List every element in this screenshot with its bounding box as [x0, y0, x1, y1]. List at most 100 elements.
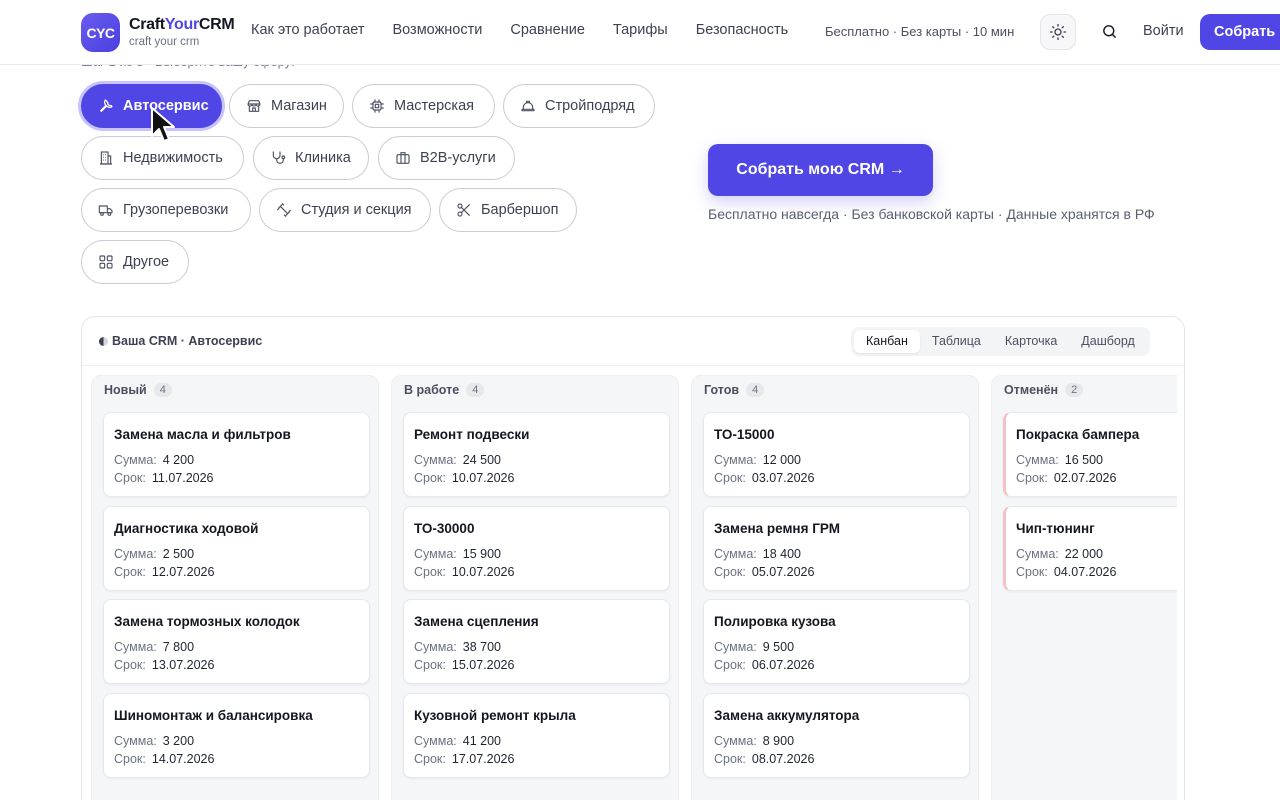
deal-card[interactable]: Диагностика ходовой Сумма: 2 500 Срок: 12.07… — [103, 506, 370, 591]
deal-card[interactable]: Замена масла и фильтров Сумма: 4 200 Срок: 1… — [103, 412, 370, 497]
grid-icon — [99, 255, 113, 269]
nav-how-it-works[interactable]: Как это работает — [251, 22, 364, 38]
deal-sum-row: Сумма: 4 200 — [114, 453, 194, 467]
chip-icon — [370, 99, 384, 113]
industry-chip-barbershop[interactable]: Барбершоп — [439, 188, 577, 232]
deal-due: 15.07.2026 — [451, 658, 515, 672]
deal-sum-row: Сумма: 41 200 — [414, 734, 501, 748]
deal-card[interactable]: Чип-тюнинг Сумма: 22 000 Срок: 04.07.2026 — [1003, 506, 1177, 591]
kanban-column-new: Новый 4 Замена масла и фильтров Сумма: 4 200… — [91, 375, 379, 800]
deal-card[interactable]: Замена ремня ГРМ Сумма: 18 400 Срок: 05.07.2… — [703, 506, 970, 591]
scissors-icon — [457, 203, 470, 217]
deal-card[interactable]: Покраска бампера Сумма: 16 500 Срок: 02.07.2… — [1003, 412, 1177, 497]
kanban-column-done: Готов 4 ТО-15000 Сумма: 12 000 Срок: 03.07.202… — [691, 375, 979, 800]
deal-card[interactable]: Замена аккумулятора Сумма: 8 900 Срок: 08.07… — [703, 693, 970, 778]
site-header: CYC CraftYourCRM craft your crm Как это … — [0, 0, 1280, 65]
main-nav: Как это работает Возможности Сравнение Т… — [251, 22, 816, 38]
column-title: Новый — [104, 383, 147, 397]
deal-sum-row: Сумма: 24 500 — [414, 453, 501, 467]
deal-title: Покраска бампера — [1016, 427, 1140, 442]
deal-card[interactable]: Полировка кузова Сумма: 9 500 Срок: 06.07.20… — [703, 599, 970, 684]
deal-due-row: Срок: 02.07.2026 — [1016, 471, 1116, 485]
wrench-icon — [100, 99, 113, 112]
deal-sum: 2 500 — [162, 547, 195, 561]
logo-title[interactable]: CraftYourCRM — [129, 16, 235, 34]
deal-sum-row: Сумма: 12 000 — [714, 453, 801, 467]
deal-card[interactable]: Замена сцепления Сумма: 38 700 Срок: 15.07.2… — [403, 599, 670, 684]
deal-card[interactable]: Ремонт подвески Сумма: 24 500 Срок: 10.07.20… — [403, 412, 670, 497]
deal-title: Ремонт подвески — [414, 427, 530, 442]
deal-due: 05.07.2026 — [751, 565, 815, 579]
due-label: Срок: — [414, 658, 446, 672]
nav-security[interactable]: Безопасность — [696, 22, 789, 38]
logo-title-part-1: Craft — [129, 16, 165, 33]
header-tagline: Бесплатно · Без карты · 10 мин — [825, 24, 1015, 39]
industry-chip-b2b[interactable]: B2B-услуги — [378, 136, 515, 180]
search-icon — [1102, 24, 1116, 38]
industry-chip-freight[interactable]: Грузоперевозки — [81, 188, 251, 232]
chip-label: Другое — [123, 254, 170, 270]
nav-pricing[interactable]: Тарифы — [613, 22, 668, 38]
deal-due-row: Срок: 05.07.2026 — [714, 565, 814, 579]
deal-sum-row: Сумма: 18 400 — [714, 547, 801, 561]
nav-features[interactable]: Возможности — [392, 22, 482, 38]
due-label: Срок: — [714, 471, 746, 485]
deal-title: Замена масла и фильтров — [114, 427, 291, 442]
column-count-badge: 4 — [746, 383, 765, 397]
deal-sum-row: Сумма: 8 900 — [714, 734, 794, 748]
tab-card[interactable]: Карточка — [993, 330, 1069, 353]
half-circle-icon — [99, 336, 108, 346]
login-link[interactable]: Войти — [1143, 23, 1184, 39]
due-label: Срок: — [414, 752, 446, 766]
industry-chip-store[interactable]: Магазин — [229, 84, 344, 128]
deal-title: Замена тормозных колодок — [114, 614, 300, 629]
column-count-badge: 2 — [1065, 383, 1084, 397]
deal-due-row: Срок: 08.07.2026 — [714, 752, 814, 766]
industry-chip-studio[interactable]: Студия и секция — [259, 188, 431, 232]
chip-label: Мастерская — [394, 98, 474, 114]
deal-sum: 9 500 — [762, 640, 795, 654]
deal-sum-row: Сумма: 7 800 — [114, 640, 194, 654]
tab-kanban[interactable]: Канбан — [854, 330, 920, 353]
deal-card[interactable]: Кузовной ремонт крыла Сумма: 41 200 Срок: 17… — [403, 693, 670, 778]
header-cta-button[interactable]: Собрать — [1200, 14, 1280, 50]
tab-table[interactable]: Таблица — [920, 330, 993, 353]
deal-sum: 7 800 — [162, 640, 195, 654]
deal-sum: 3 200 — [162, 734, 195, 748]
industry-chip-workshop[interactable]: Мастерская — [352, 84, 495, 128]
sum-label: Сумма: — [714, 640, 757, 654]
industry-chip-clinic[interactable]: Клиника — [253, 136, 369, 180]
tab-dashboard[interactable]: Дашборд — [1069, 330, 1147, 353]
deal-card[interactable]: Шиномонтаж и балансировка Сумма: 3 200 Срок… — [103, 693, 370, 778]
deal-due: 11.07.2026 — [151, 471, 214, 485]
search-button[interactable] — [1098, 20, 1120, 42]
deal-due-row: Срок: 13.07.2026 — [114, 658, 214, 672]
due-label: Срок: — [414, 471, 446, 485]
due-label: Срок: — [114, 658, 146, 672]
deal-due: 04.07.2026 — [1053, 565, 1117, 579]
industry-chip-construction[interactable]: Стройподряд — [503, 84, 655, 128]
panel-title: Ваша CRM · Автосервис — [99, 334, 262, 348]
store-icon — [247, 100, 261, 112]
chip-label: Грузоперевозки — [123, 202, 229, 218]
nav-comparison[interactable]: Сравнение — [510, 22, 585, 38]
build-crm-button[interactable]: Собрать мою CRM → — [708, 144, 933, 196]
deal-due-row: Срок: 06.07.2026 — [714, 658, 814, 672]
chip-label: Барбершоп — [481, 202, 559, 218]
deal-due-row: Срок: 14.07.2026 — [114, 752, 214, 766]
sum-label: Сумма: — [414, 734, 457, 748]
industry-chip-other[interactable]: Другое — [81, 240, 189, 284]
deal-sum-row: Сумма: 2 500 — [114, 547, 194, 561]
logo-title-part-2: Your — [164, 16, 199, 33]
deal-card[interactable]: ТО-15000 Сумма: 12 000 Срок: 03.07.2026 — [703, 412, 970, 497]
chip-label: Клиника — [295, 150, 351, 166]
deal-sum-row: Сумма: 3 200 — [114, 734, 194, 748]
due-label: Срок: — [714, 565, 746, 579]
chip-label: B2B-услуги — [420, 150, 496, 166]
deal-card[interactable]: ТО-30000 Сумма: 15 900 Срок: 10.07.2026 — [403, 506, 670, 591]
theme-toggle-button[interactable] — [1040, 14, 1076, 50]
chip-label: Магазин — [271, 98, 327, 114]
deal-sum-row: Сумма: 22 000 — [1016, 547, 1103, 561]
logo-mark[interactable]: CYC — [81, 13, 120, 52]
deal-card[interactable]: Замена тормозных колодок Сумма: 7 800 Срок:… — [103, 599, 370, 684]
